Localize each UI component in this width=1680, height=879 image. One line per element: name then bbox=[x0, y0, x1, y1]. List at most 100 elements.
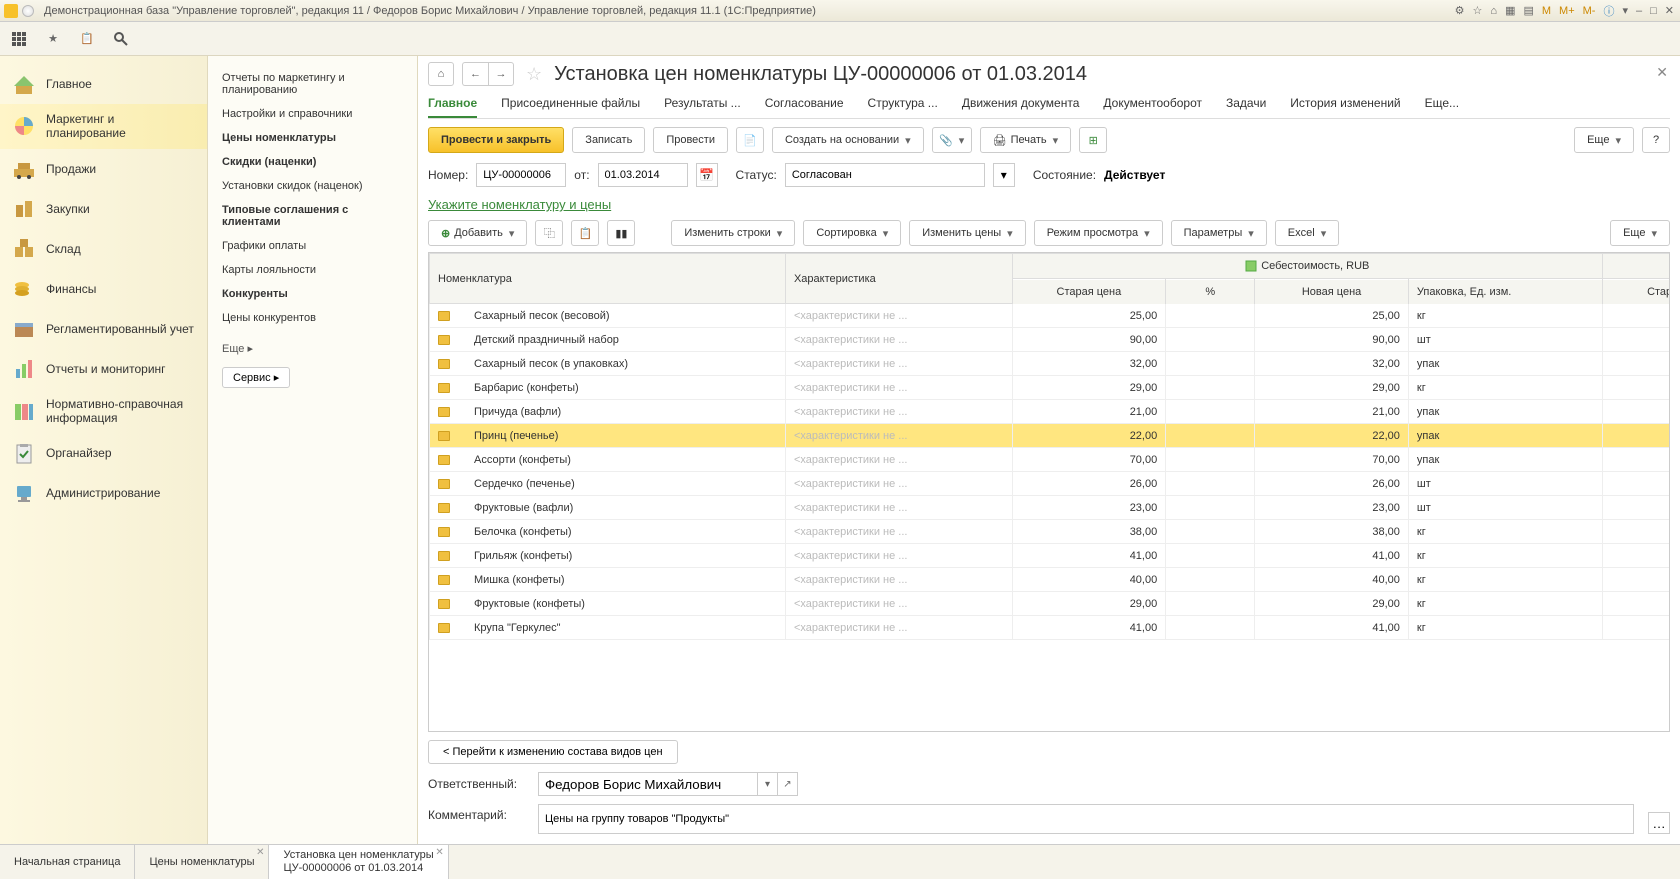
barcode-icon-button[interactable]: ▮▮ bbox=[607, 220, 635, 246]
fav-icon[interactable]: ☆ bbox=[1471, 4, 1485, 17]
responsible-open-icon[interactable]: ↗ bbox=[778, 772, 798, 796]
tab-2[interactable]: Результаты ... bbox=[664, 90, 741, 118]
service-button[interactable]: Сервис ▸ bbox=[222, 367, 290, 388]
tab-5[interactable]: Движения документа bbox=[962, 90, 1080, 118]
tab-1[interactable]: Присоединенные файлы bbox=[501, 90, 640, 118]
table-row[interactable]: Детский праздничный набор <характеристик… bbox=[430, 328, 1671, 352]
subnav-item[interactable]: Конкуренты bbox=[222, 282, 403, 306]
table-row[interactable]: Фруктовые (конфеты) <характеристики не .… bbox=[430, 592, 1671, 616]
subnav-item[interactable]: Цены номенклатуры bbox=[222, 126, 403, 150]
excel-export-icon-button[interactable]: ⊞ bbox=[1079, 127, 1107, 153]
table-row[interactable]: Крупа "Геркулес" <характеристики не ... … bbox=[430, 616, 1671, 640]
nav-item-finance[interactable]: Финансы bbox=[0, 269, 207, 309]
table-row[interactable]: Ассорти (конфеты) <характеристики не ...… bbox=[430, 448, 1671, 472]
table-row[interactable]: Сахарный песок (весовой) <характеристики… bbox=[430, 304, 1671, 328]
comment-input[interactable] bbox=[538, 804, 1634, 834]
table-row[interactable]: Мишка (конфеты) <характеристики не ... 4… bbox=[430, 568, 1671, 592]
forward-button[interactable]: → bbox=[488, 62, 514, 86]
col-old-price-2[interactable]: Старая цена bbox=[1603, 279, 1670, 304]
tab-4[interactable]: Структура ... bbox=[868, 90, 938, 118]
nav-item-home[interactable]: Главное bbox=[0, 64, 207, 104]
tab-0[interactable]: Главное bbox=[428, 90, 477, 118]
number-input[interactable] bbox=[476, 163, 566, 187]
price-grid[interactable]: Номенклатура Характеристика Себестоимост… bbox=[428, 252, 1670, 732]
home-sys-icon[interactable]: ⌂ bbox=[1488, 5, 1499, 17]
nav-item-sales[interactable]: Продажи bbox=[0, 149, 207, 189]
change-rows-button[interactable]: Изменить строки bbox=[671, 220, 795, 246]
responsible-input[interactable] bbox=[538, 772, 758, 796]
attach-icon-button[interactable]: 📎 bbox=[932, 127, 972, 153]
window-tab-1[interactable]: Цены номенклатуры✕ bbox=[135, 845, 269, 879]
help-button[interactable]: ? bbox=[1642, 127, 1670, 153]
subnav-item[interactable]: Настройки и справочники bbox=[222, 102, 403, 126]
paste-icon-button[interactable]: 📋 bbox=[571, 220, 599, 246]
tab-6[interactable]: Документооборот bbox=[1103, 90, 1202, 118]
section-title[interactable]: Укажите номенклатуру и цены bbox=[428, 197, 1670, 212]
table-row[interactable]: Сердечко (печенье) <характеристики не ..… bbox=[430, 472, 1671, 496]
calendar-sys-icon[interactable]: ▤ bbox=[1521, 4, 1535, 17]
subnav-item[interactable]: Установки скидок (наценок) bbox=[222, 174, 403, 198]
col-pack-1[interactable]: Упаковка, Ед. изм. bbox=[1408, 279, 1602, 304]
tab-9[interactable]: Еще... bbox=[1425, 90, 1459, 118]
post-and-close-button[interactable]: Провести и закрыть bbox=[428, 127, 564, 153]
sort-button[interactable]: Сортировка bbox=[803, 220, 901, 246]
add-button[interactable]: ⊕Добавить bbox=[428, 220, 527, 246]
subnav-item[interactable]: Типовые соглашения с клиентами bbox=[222, 198, 403, 234]
subnav-more[interactable]: Еще ▸ bbox=[222, 336, 403, 361]
change-prices-button[interactable]: Изменить цены bbox=[909, 220, 1025, 246]
table-row[interactable]: Барбарис (конфеты) <характеристики не ..… bbox=[430, 376, 1671, 400]
maximize-button[interactable]: □ bbox=[1648, 5, 1659, 17]
more-actions-button[interactable]: Еще bbox=[1574, 127, 1634, 153]
window-tab-2[interactable]: Установка цен номенклатурыЦУ-00000006 от… bbox=[269, 845, 448, 879]
date-input[interactable] bbox=[598, 163, 688, 187]
app-menu-icon[interactable] bbox=[22, 5, 34, 17]
subnav-item[interactable]: Цены конкурентов bbox=[222, 306, 403, 330]
favorite-star-icon[interactable]: ☆ bbox=[526, 64, 542, 85]
nav-item-organizer[interactable]: Органайзер bbox=[0, 434, 207, 474]
search-icon[interactable] bbox=[112, 30, 130, 48]
apps-icon[interactable] bbox=[10, 30, 28, 48]
col-old-price-1[interactable]: Старая цена bbox=[1012, 279, 1166, 304]
status-select[interactable] bbox=[785, 163, 985, 187]
tab-8[interactable]: История изменений bbox=[1290, 90, 1400, 118]
home-button[interactable]: ⌂ bbox=[428, 62, 454, 86]
view-mode-button[interactable]: Режим просмотра bbox=[1034, 220, 1163, 246]
post-button[interactable]: Провести bbox=[653, 127, 728, 153]
close-tab-icon[interactable]: ✕ bbox=[256, 847, 264, 858]
star-icon[interactable]: ★ bbox=[44, 30, 62, 48]
m-minus-icon[interactable]: M- bbox=[1581, 5, 1598, 17]
subnav-item[interactable]: Отчеты по маркетингу и планированию bbox=[222, 66, 403, 102]
status-dropdown-icon[interactable]: ▾ bbox=[993, 163, 1015, 187]
close-tab-icon[interactable]: ✕ bbox=[435, 847, 443, 858]
create-based-button[interactable]: Создать на основании bbox=[772, 127, 924, 153]
col-nomenclature[interactable]: Номенклатура bbox=[430, 254, 786, 304]
tab-3[interactable]: Согласование bbox=[765, 90, 844, 118]
window-tab-0[interactable]: Начальная страница bbox=[0, 845, 135, 879]
nav-item-reference[interactable]: Нормативно-справочная информация bbox=[0, 389, 207, 434]
nav-item-accounting[interactable]: Регламентированный учет bbox=[0, 309, 207, 349]
col-new-price-1[interactable]: Новая цена bbox=[1255, 279, 1409, 304]
table-row[interactable]: Грильяж (конфеты) <характеристики не ...… bbox=[430, 544, 1671, 568]
responsible-dropdown-icon[interactable]: ▾ bbox=[758, 772, 778, 796]
tab-7[interactable]: Задачи bbox=[1226, 90, 1266, 118]
nav-item-marketing[interactable]: Маркетинг и планирование bbox=[0, 104, 207, 149]
table-row[interactable]: Принц (печенье) <характеристики не ... 2… bbox=[430, 424, 1671, 448]
grid-more-button[interactable]: Еще bbox=[1610, 220, 1670, 246]
tools-icon[interactable]: ⚙ bbox=[1453, 4, 1467, 17]
clipboard-icon[interactable]: 📋 bbox=[78, 30, 96, 48]
calc-icon[interactable]: ▦ bbox=[1503, 4, 1517, 17]
report-icon-button[interactable]: 📄 bbox=[736, 127, 764, 153]
print-button[interactable]: 🖨 Печать bbox=[980, 127, 1072, 153]
change-composition-button[interactable]: < Перейти к изменению состава видов цен bbox=[428, 740, 678, 764]
table-row[interactable]: Белочка (конфеты) <характеристики не ...… bbox=[430, 520, 1671, 544]
m-icon[interactable]: M bbox=[1540, 5, 1553, 17]
copy-icon-button[interactable]: ⿻ bbox=[535, 220, 563, 246]
table-row[interactable]: Причуда (вафли) <характеристики не ... 2… bbox=[430, 400, 1671, 424]
back-button[interactable]: ← bbox=[462, 62, 488, 86]
nav-item-warehouse[interactable]: Склад bbox=[0, 229, 207, 269]
minimize-button[interactable]: – bbox=[1634, 5, 1644, 17]
subnav-item[interactable]: Графики оплаты bbox=[222, 234, 403, 258]
nav-item-purchase[interactable]: Закупки bbox=[0, 189, 207, 229]
params-button[interactable]: Параметры bbox=[1171, 220, 1267, 246]
excel-button[interactable]: Excel bbox=[1275, 220, 1339, 246]
